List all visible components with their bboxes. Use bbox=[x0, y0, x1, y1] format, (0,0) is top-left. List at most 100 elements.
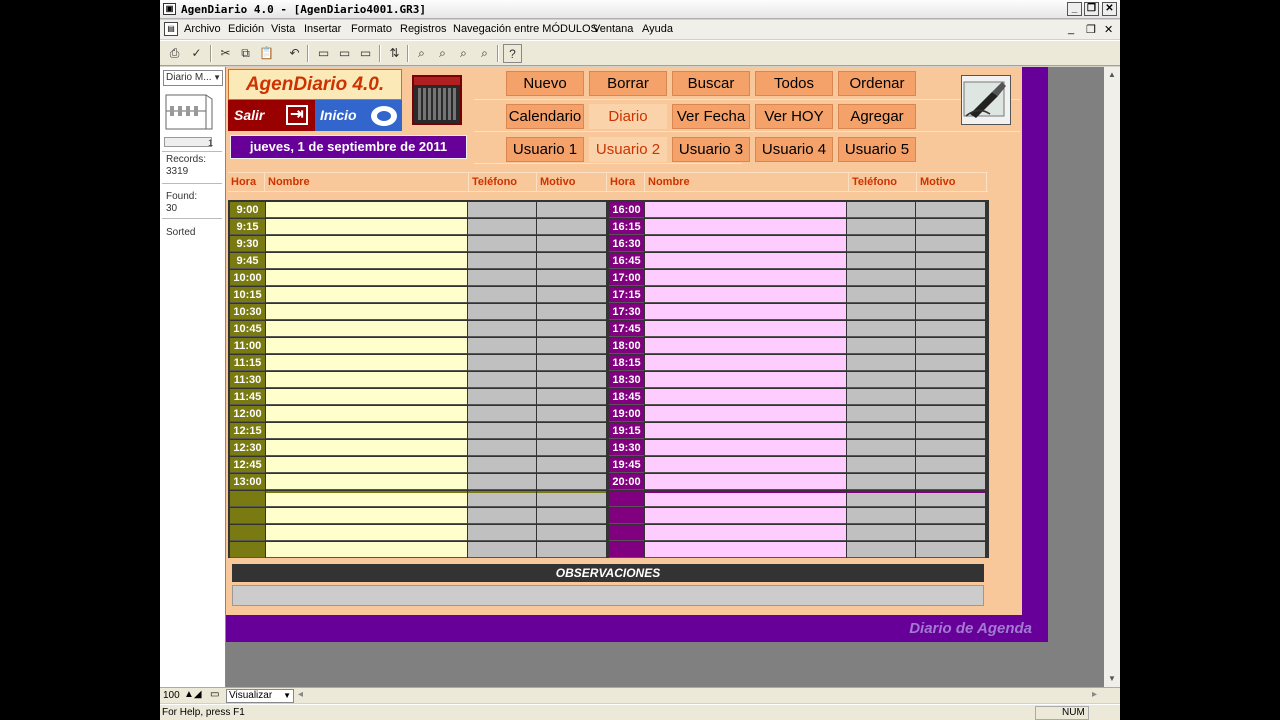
name-cell[interactable] bbox=[266, 474, 467, 490]
scroll-up-icon[interactable]: ▲ bbox=[1104, 67, 1120, 83]
phone-cell[interactable] bbox=[468, 491, 536, 507]
phone-cell[interactable] bbox=[468, 525, 536, 541]
nav-button-usuario-4[interactable]: Usuario 4 bbox=[755, 137, 833, 162]
phone-cell[interactable] bbox=[847, 389, 915, 405]
reason-cell[interactable] bbox=[537, 287, 606, 303]
phone-cell[interactable] bbox=[468, 508, 536, 524]
duplicate-record-icon[interactable]: ▭ bbox=[335, 44, 354, 63]
delete-record-icon[interactable]: ▭ bbox=[356, 44, 375, 63]
phone-cell[interactable] bbox=[468, 440, 536, 456]
phone-cell[interactable] bbox=[847, 474, 915, 490]
reason-cell[interactable] bbox=[537, 236, 606, 252]
copy-icon[interactable]: ⧉ bbox=[236, 44, 255, 63]
doc-close-icon[interactable]: ✕ bbox=[1104, 23, 1113, 36]
phone-cell[interactable] bbox=[468, 457, 536, 473]
phone-cell[interactable] bbox=[847, 440, 915, 456]
nav-button-usuario-1[interactable]: Usuario 1 bbox=[506, 137, 584, 162]
nav-button-buscar[interactable]: Buscar bbox=[672, 71, 750, 96]
nav-button-ordenar[interactable]: Ordenar bbox=[838, 71, 916, 96]
reason-cell[interactable] bbox=[916, 457, 985, 473]
phone-cell[interactable] bbox=[468, 287, 536, 303]
phone-cell[interactable] bbox=[468, 219, 536, 235]
phone-cell[interactable] bbox=[468, 406, 536, 422]
menu-navegacion[interactable]: Navegación entre MÓDULOS bbox=[453, 23, 598, 35]
name-cell[interactable] bbox=[645, 440, 846, 456]
reason-cell[interactable] bbox=[537, 474, 606, 490]
name-cell[interactable] bbox=[266, 202, 467, 218]
browse-icon[interactable]: ⌕ bbox=[454, 44, 473, 63]
menu-formato[interactable]: Formato bbox=[351, 23, 392, 35]
phone-cell[interactable] bbox=[847, 270, 915, 286]
nav-button-usuario-3[interactable]: Usuario 3 bbox=[672, 137, 750, 162]
phone-cell[interactable] bbox=[847, 321, 915, 337]
phone-cell[interactable] bbox=[468, 270, 536, 286]
reason-cell[interactable] bbox=[537, 372, 606, 388]
document-icon[interactable]: ▤ bbox=[164, 22, 178, 36]
phone-cell[interactable] bbox=[847, 355, 915, 371]
reason-cell[interactable] bbox=[916, 423, 985, 439]
name-cell[interactable] bbox=[645, 491, 846, 507]
close-button[interactable]: ✕ bbox=[1102, 2, 1117, 16]
undo-icon[interactable]: ↶ bbox=[285, 44, 304, 63]
name-cell[interactable] bbox=[645, 542, 846, 558]
phone-cell[interactable] bbox=[847, 287, 915, 303]
reason-cell[interactable] bbox=[916, 304, 985, 320]
reason-cell[interactable] bbox=[916, 321, 985, 337]
reason-cell[interactable] bbox=[916, 440, 985, 456]
name-cell[interactable] bbox=[266, 270, 467, 286]
reason-cell[interactable] bbox=[916, 219, 985, 235]
reason-cell[interactable] bbox=[916, 253, 985, 269]
reason-cell[interactable] bbox=[916, 338, 985, 354]
phone-cell[interactable] bbox=[468, 304, 536, 320]
sort-icon[interactable]: ⇅ bbox=[385, 44, 404, 63]
name-cell[interactable] bbox=[266, 491, 467, 507]
name-cell[interactable] bbox=[266, 219, 467, 235]
phone-cell[interactable] bbox=[468, 542, 536, 558]
reason-cell[interactable] bbox=[916, 287, 985, 303]
name-cell[interactable] bbox=[266, 321, 467, 337]
phone-cell[interactable] bbox=[847, 525, 915, 541]
phone-cell[interactable] bbox=[468, 423, 536, 439]
nav-button-usuario-5[interactable]: Usuario 5 bbox=[838, 137, 916, 162]
phone-cell[interactable] bbox=[847, 338, 915, 354]
nav-button-calendario[interactable]: Calendario bbox=[506, 104, 584, 129]
reason-cell[interactable] bbox=[537, 525, 606, 541]
menu-registros[interactable]: Registros bbox=[400, 23, 446, 35]
phone-cell[interactable] bbox=[847, 236, 915, 252]
reason-cell[interactable] bbox=[537, 219, 606, 235]
nav-button-borrar[interactable]: Borrar bbox=[589, 71, 667, 96]
reason-cell[interactable] bbox=[537, 389, 606, 405]
menu-edicion[interactable]: Edición bbox=[228, 23, 264, 35]
vertical-scrollbar[interactable]: ▲ ▼ bbox=[1104, 67, 1120, 687]
name-cell[interactable] bbox=[266, 406, 467, 422]
name-cell[interactable] bbox=[645, 304, 846, 320]
name-cell[interactable] bbox=[266, 372, 467, 388]
reason-cell[interactable] bbox=[537, 423, 606, 439]
nav-button-nuevo[interactable]: Nuevo bbox=[506, 71, 584, 96]
find-icon[interactable]: ⌕ bbox=[412, 44, 431, 63]
reason-cell[interactable] bbox=[916, 406, 985, 422]
reason-cell[interactable] bbox=[537, 440, 606, 456]
name-cell[interactable] bbox=[645, 219, 846, 235]
reason-cell[interactable] bbox=[916, 542, 985, 558]
reason-cell[interactable] bbox=[537, 321, 606, 337]
name-cell[interactable] bbox=[645, 321, 846, 337]
reason-cell[interactable] bbox=[916, 389, 985, 405]
record-slider[interactable] bbox=[164, 137, 212, 147]
maximize-button[interactable]: ❐ bbox=[1084, 2, 1099, 16]
name-cell[interactable] bbox=[266, 423, 467, 439]
paste-icon[interactable]: 📋 bbox=[257, 44, 276, 63]
minimize-button[interactable]: _ bbox=[1067, 2, 1082, 16]
spellcheck-icon[interactable]: ✓ bbox=[187, 44, 206, 63]
layout-select[interactable]: Diario M... ▼ bbox=[163, 70, 223, 86]
phone-cell[interactable] bbox=[847, 304, 915, 320]
menu-ayuda[interactable]: Ayuda bbox=[642, 23, 673, 35]
phone-cell[interactable] bbox=[847, 253, 915, 269]
reason-cell[interactable] bbox=[916, 372, 985, 388]
menu-insertar[interactable]: Insertar bbox=[304, 23, 341, 35]
observaciones-field[interactable] bbox=[232, 585, 984, 606]
reason-cell[interactable] bbox=[537, 202, 606, 218]
name-cell[interactable] bbox=[266, 440, 467, 456]
name-cell[interactable] bbox=[645, 406, 846, 422]
phone-cell[interactable] bbox=[847, 423, 915, 439]
